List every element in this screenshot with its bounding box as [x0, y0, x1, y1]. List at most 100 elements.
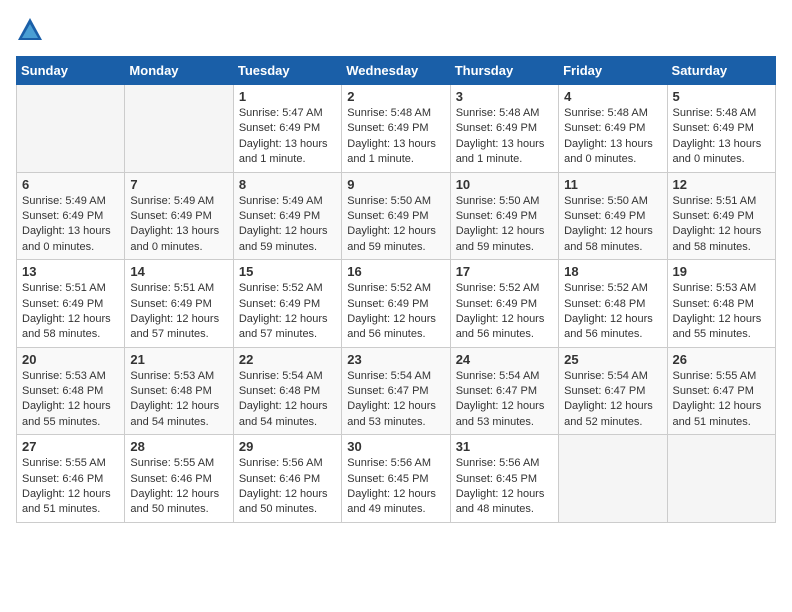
calendar-header-monday: Monday: [125, 57, 233, 85]
calendar-week-2: 6Sunrise: 5:49 AMSunset: 6:49 PMDaylight…: [17, 172, 776, 260]
calendar-cell: 11Sunrise: 5:50 AMSunset: 6:49 PMDayligh…: [559, 172, 667, 260]
calendar-week-3: 13Sunrise: 5:51 AMSunset: 6:49 PMDayligh…: [17, 260, 776, 348]
calendar-cell: 27 Sunrise: 5:55 AM Sunset: 6:46 PM Dayligh…: [17, 435, 125, 523]
day-number: 12: [673, 177, 770, 192]
sunrise-text: Sunrise: 5:48 AM: [456, 107, 540, 119]
daylight-text: Daylight: 13 hours and 1 minute.: [456, 138, 545, 165]
sunset-text: Sunset: 6:48 PM: [673, 298, 754, 310]
calendar-header-thursday: Thursday: [450, 57, 558, 85]
sunset-text: Sunset: 6:45 PM: [456, 473, 537, 485]
day-number: 1: [239, 89, 336, 104]
sunrise-text: Sunrise: 5:56 AM: [239, 457, 323, 469]
calendar-cell: 25Sunrise: 5:54 AMSunset: 6:47 PMDayligh…: [559, 347, 667, 435]
calendar-cell: 30 Sunrise: 5:56 AMSunset: 6:45 PMDayligh…: [342, 435, 450, 523]
sunrise-text: Sunrise: 5:51 AM: [673, 195, 757, 207]
calendar-cell: 19Sunrise: 5:53 AMSunset: 6:48 PMDayligh…: [667, 260, 775, 348]
day-info: Sunrise: 5:50 AMSunset: 6:49 PMDaylight:…: [347, 194, 444, 256]
day-info: Sunrise: 5:52 AMSunset: 6:49 PMDaylight:…: [239, 281, 336, 343]
sunset-text: Sunset: 6:49 PM: [564, 122, 645, 134]
sunrise-text: Sunrise: 5:52 AM: [347, 282, 431, 294]
sunset-text: Sunset: 6:49 PM: [673, 210, 754, 222]
sunrise-text: Sunrise: 5:55 AM: [673, 370, 757, 382]
sunset-text: Sunset: 6:49 PM: [22, 298, 103, 310]
daylight-text: Daylight: 12 hours and 58 minutes.: [673, 225, 762, 252]
daylight-text: Daylight: 12 hours and 51 minutes.: [22, 488, 111, 515]
calendar-cell: 17Sunrise: 5:52 AMSunset: 6:49 PMDayligh…: [450, 260, 558, 348]
calendar-cell: 22Sunrise: 5:54 AMSunset: 6:48 PMDayligh…: [233, 347, 341, 435]
day-info: Sunrise: 5:56 AMSunset: 6:45 PMDaylight:…: [347, 456, 444, 518]
sunrise-text: Sunrise: 5:49 AM: [130, 195, 214, 207]
sunrise-text: Sunrise: 5:52 AM: [239, 282, 323, 294]
sunrise-text: Sunrise: 5:54 AM: [347, 370, 431, 382]
day-number: 13: [22, 264, 119, 279]
calendar-cell: 1Sunrise: 5:47 AMSunset: 6:49 PMDaylight…: [233, 85, 341, 173]
sunset-text: Sunset: 6:46 PM: [22, 473, 103, 485]
day-info: Sunrise: 5:53 AMSunset: 6:48 PMDaylight:…: [673, 281, 770, 343]
day-number: 31: [456, 439, 553, 454]
calendar-cell: 5Sunrise: 5:48 AMSunset: 6:49 PMDaylight…: [667, 85, 775, 173]
day-info: Sunrise: 5:54 AMSunset: 6:48 PMDaylight:…: [239, 369, 336, 431]
daylight-text: Daylight: 13 hours and 0 minutes.: [130, 225, 219, 252]
calendar-header-row: SundayMondayTuesdayWednesdayThursdayFrid…: [17, 57, 776, 85]
calendar-cell: [559, 435, 667, 523]
day-number: 21: [130, 352, 227, 367]
daylight-text: Daylight: 12 hours and 58 minutes.: [564, 225, 653, 252]
calendar-cell: 31 Sunrise: 5:56 AMSunset: 6:45 PMDayligh…: [450, 435, 558, 523]
sunset-text: Sunset: 6:48 PM: [239, 385, 320, 397]
calendar-header-wednesday: Wednesday: [342, 57, 450, 85]
sunrise-text: Sunrise: 5:51 AM: [22, 282, 106, 294]
calendar-cell: [125, 85, 233, 173]
day-number: 5: [673, 89, 770, 104]
logo-icon: [16, 16, 44, 44]
day-number: 29: [239, 439, 336, 454]
day-info: Sunrise: 5:51 AMSunset: 6:49 PMDaylight:…: [22, 281, 119, 343]
page-header: [16, 16, 776, 44]
sunrise-text: Sunrise: 5:53 AM: [130, 370, 214, 382]
calendar-header-saturday: Saturday: [667, 57, 775, 85]
day-number: 27: [22, 439, 119, 454]
calendar-body: 1Sunrise: 5:47 AMSunset: 6:49 PMDaylight…: [17, 85, 776, 523]
day-info: Sunrise: 5:50 AMSunset: 6:49 PMDaylight:…: [564, 194, 661, 256]
sunrise-text: Sunrise: 5:54 AM: [239, 370, 323, 382]
calendar-cell: 8Sunrise: 5:49 AMSunset: 6:49 PMDaylight…: [233, 172, 341, 260]
sunset-text: Sunset: 6:49 PM: [130, 298, 211, 310]
logo: [16, 16, 48, 44]
sunrise-text: Sunrise: 5:49 AM: [22, 195, 106, 207]
calendar-cell: [667, 435, 775, 523]
sunrise-text: Sunrise: 5:50 AM: [456, 195, 540, 207]
daylight-text: Daylight: 12 hours and 59 minutes.: [239, 225, 328, 252]
calendar-cell: 23Sunrise: 5:54 AMSunset: 6:47 PMDayligh…: [342, 347, 450, 435]
calendar-cell: 24Sunrise: 5:54 AMSunset: 6:47 PMDayligh…: [450, 347, 558, 435]
calendar-cell: [17, 85, 125, 173]
day-number: 30: [347, 439, 444, 454]
day-info: Sunrise: 5:56 AMSunset: 6:45 PMDaylight:…: [456, 456, 553, 518]
day-number: 16: [347, 264, 444, 279]
sunrise-text: Sunrise: 5:48 AM: [347, 107, 431, 119]
day-info: Sunrise: 5:52 AMSunset: 6:48 PMDaylight:…: [564, 281, 661, 343]
daylight-text: Daylight: 12 hours and 52 minutes.: [564, 400, 653, 427]
sunset-text: Sunset: 6:46 PM: [130, 473, 211, 485]
sunrise-text: Sunrise: 5:55 AM: [22, 457, 106, 469]
daylight-text: Daylight: 12 hours and 59 minutes.: [456, 225, 545, 252]
calendar-cell: 9Sunrise: 5:50 AMSunset: 6:49 PMDaylight…: [342, 172, 450, 260]
daylight-text: Daylight: 13 hours and 0 minutes.: [673, 138, 762, 165]
day-number: 14: [130, 264, 227, 279]
daylight-text: Daylight: 12 hours and 50 minutes.: [130, 488, 219, 515]
sunrise-text: Sunrise: 5:54 AM: [456, 370, 540, 382]
calendar-cell: 4Sunrise: 5:48 AMSunset: 6:49 PMDaylight…: [559, 85, 667, 173]
day-number: 4: [564, 89, 661, 104]
day-info: Sunrise: 5:51 AMSunset: 6:49 PMDaylight:…: [130, 281, 227, 343]
day-number: 25: [564, 352, 661, 367]
calendar-header-friday: Friday: [559, 57, 667, 85]
day-number: 28: [130, 439, 227, 454]
day-info: Sunrise: 5:55 AM Sunset: 6:46 PM Daylight:…: [22, 456, 119, 518]
day-info: Sunrise: 5:53 AMSunset: 6:48 PMDaylight:…: [22, 369, 119, 431]
day-info: Sunrise: 5:52 AMSunset: 6:49 PMDaylight:…: [456, 281, 553, 343]
sunrise-text: Sunrise: 5:48 AM: [564, 107, 648, 119]
sunset-text: Sunset: 6:47 PM: [347, 385, 428, 397]
calendar-table: SundayMondayTuesdayWednesdayThursdayFrid…: [16, 56, 776, 523]
daylight-text: Daylight: 12 hours and 56 minutes.: [456, 313, 545, 340]
day-info: Sunrise: 5:54 AMSunset: 6:47 PMDaylight:…: [456, 369, 553, 431]
day-info: Sunrise: 5:49 AMSunset: 6:49 PMDaylight:…: [239, 194, 336, 256]
daylight-text: Daylight: 12 hours and 51 minutes.: [673, 400, 762, 427]
